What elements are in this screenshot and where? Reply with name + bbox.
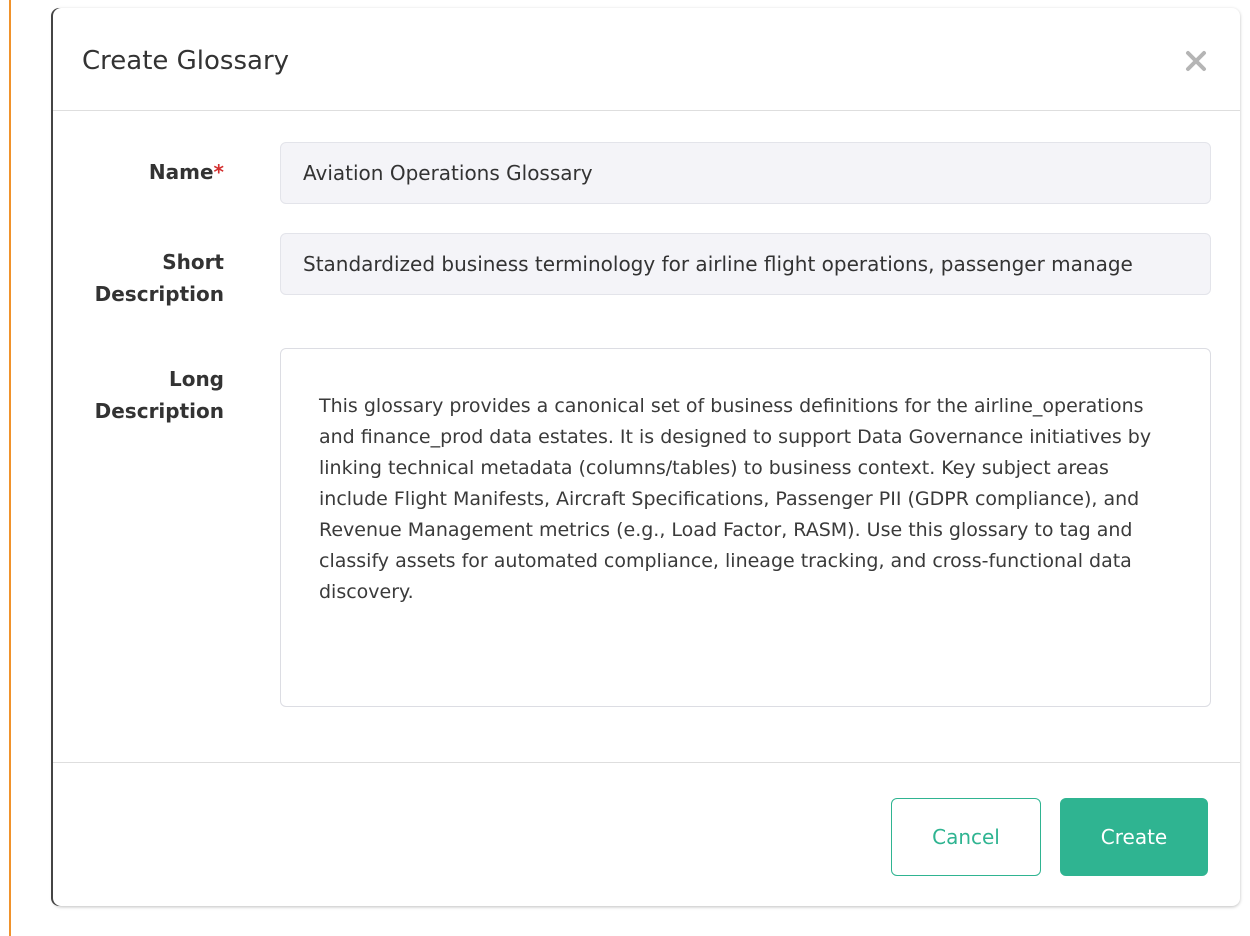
short-description-label-line1: Short bbox=[162, 250, 224, 274]
short-description-label-line2: Description bbox=[94, 282, 224, 306]
page-edge-line bbox=[9, 0, 11, 936]
create-button[interactable]: Create bbox=[1060, 798, 1208, 876]
name-label: Name* bbox=[149, 158, 224, 187]
dialog-footer: Cancel Create bbox=[53, 762, 1240, 906]
create-glossary-dialog: Create Glossary Name* Aviation Operation… bbox=[53, 8, 1240, 906]
long-description-label-line2: Description bbox=[94, 399, 224, 423]
long-description-label: Long Description bbox=[95, 365, 224, 426]
name-input[interactable]: Aviation Operations Glossary bbox=[280, 142, 1211, 204]
long-description-textarea[interactable]: This glossary provides a canonical set o… bbox=[280, 348, 1211, 707]
close-icon[interactable] bbox=[1179, 44, 1213, 78]
required-marker: * bbox=[213, 160, 224, 184]
dialog-header: Create Glossary bbox=[53, 8, 1240, 111]
short-description-input[interactable]: Standardized business terminology for ai… bbox=[280, 233, 1211, 295]
cancel-button[interactable]: Cancel bbox=[891, 798, 1041, 876]
name-label-text: Name bbox=[148, 160, 214, 184]
short-description-label: Short Description bbox=[95, 248, 224, 309]
long-description-label-line1: Long bbox=[168, 367, 224, 391]
dialog-title: Create Glossary bbox=[82, 46, 290, 76]
